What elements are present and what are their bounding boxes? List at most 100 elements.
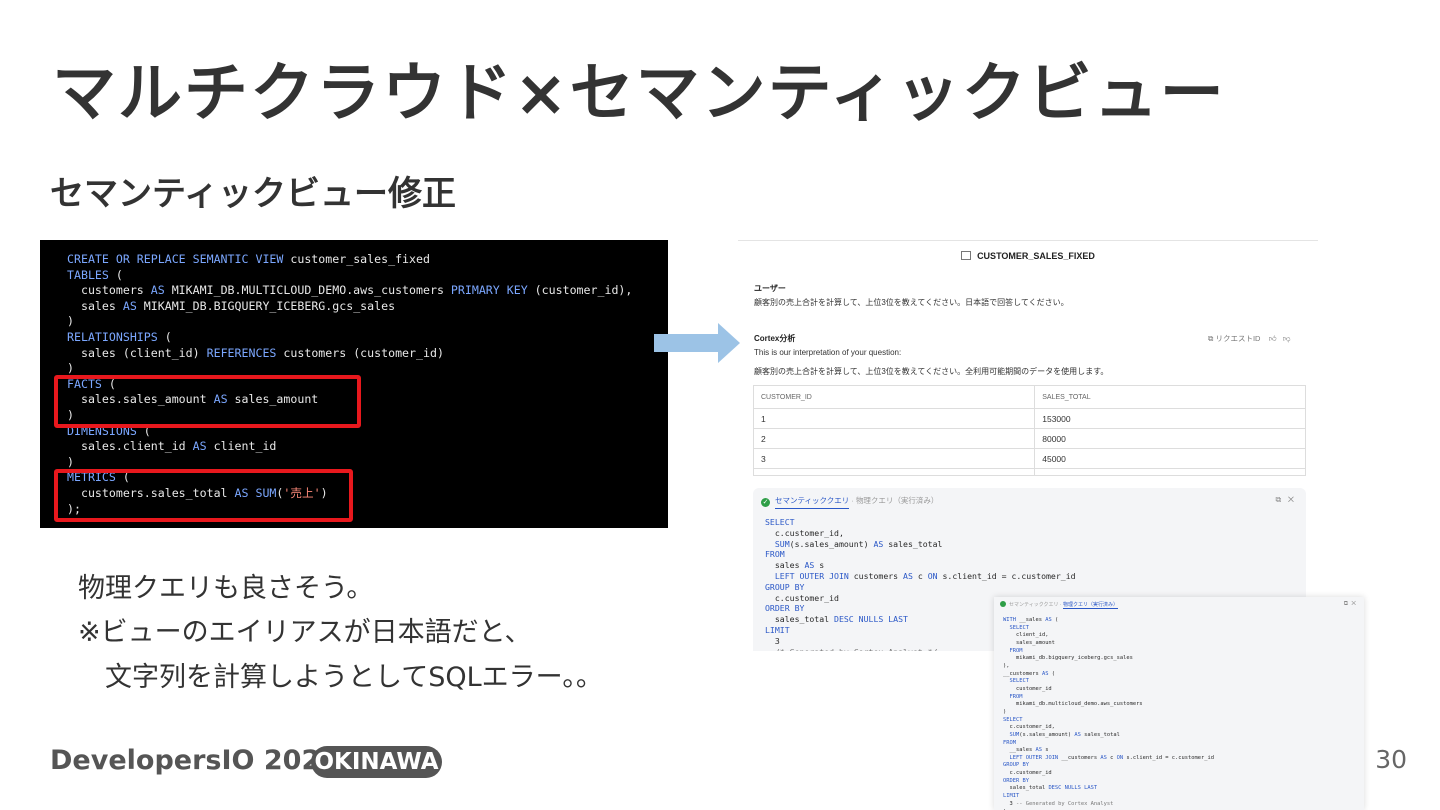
code-line: 3 -- Generated by Cortex Analyst (1003, 800, 1114, 807)
copy-icon[interactable]: ⧉ (1208, 334, 1213, 343)
tab-physical-query[interactable]: 物理クエリ（実行済み） (856, 496, 939, 505)
column-header[interactable]: CUSTOMER_ID (752, 385, 1036, 409)
code-line: FROM (1003, 739, 1016, 746)
code-line: SELECT (1009, 624, 1029, 631)
request-id-button[interactable]: リクエストID (1215, 334, 1260, 343)
sql-tabs: ✓ セマンティッククエリ · 物理クエリ（実行済み） (761, 495, 939, 509)
code-line: FROM (1009, 647, 1023, 654)
table-cell: 80000 (1034, 428, 1306, 449)
code-line: SUM(s.sales_amount) AS sales_total (1009, 731, 1120, 738)
slide-title: マルチクラウド×セマンティックビュー (52, 57, 1226, 131)
code-line: __sales AS s (1003, 747, 1049, 754)
code-line: sales AS s (765, 560, 825, 571)
thumbs-up-icon[interactable]: 👍︎ (1269, 334, 1277, 343)
note-line: 物理クエリも良さそう。 (78, 573, 374, 604)
slide-subtitle: セマンティックビュー修正 (50, 174, 456, 214)
physical-sql-code: WITH __sales AS ( SELECT client_id, sale… (1003, 617, 1214, 810)
code-line: ORDER BY (765, 603, 805, 614)
check-circle-icon: ✓ (761, 498, 770, 507)
code-line: ) (67, 454, 74, 469)
table-cell (752, 468, 1036, 476)
table-header-row: CUSTOMER_ID SALES_TOTAL (752, 385, 1306, 409)
code-line: customer_id (1003, 685, 1052, 692)
tab-semantic-query[interactable]: セマンティッククエリ (775, 496, 850, 509)
code-line: TABLES ( (67, 267, 123, 282)
table-cell: 3 (752, 448, 1036, 469)
code-line: c.customer_id (1003, 770, 1052, 777)
code-line: ) (1003, 708, 1007, 715)
page-number: 30 (1375, 745, 1407, 774)
code-line: WITH __sales AS ( (1003, 617, 1059, 623)
facts-highlight-box (54, 375, 361, 428)
code-line: LEFT OUTER JOIN customers AS c ON s.clie… (774, 570, 1076, 581)
document-icon (961, 251, 972, 260)
physical-query-screenshot: セマンティッククエリ · 物理クエリ（実行済み） ⧉ ✕ WITH __sale… (994, 597, 1364, 810)
code-line: LIMIT (1003, 793, 1020, 800)
copy-icon[interactable]: ⧉ (1344, 601, 1348, 607)
code-line: GROUP BY (1003, 762, 1029, 769)
view-header: CUSTOMER_SALES_FIXED (738, 251, 1318, 261)
tab-physical-query[interactable]: 物理クエリ（実行済み） (1062, 602, 1118, 609)
code-line: sales.client_id AS client_id (67, 439, 277, 454)
table-cell: 153000 (1034, 408, 1306, 429)
table-cell: 45000 (1034, 448, 1306, 469)
sql-panel-actions: ⧉ ✕ (1276, 495, 1295, 505)
table-row: 3 45000 (752, 448, 1306, 469)
code-line: sales_amount (1003, 639, 1055, 646)
code-line: c.customer_id, (1003, 724, 1055, 731)
physical-panel-actions: ⧉ ✕ (1344, 601, 1356, 608)
result-table: CUSTOMER_ID SALES_TOTAL 1 153000 2 80000… (752, 385, 1306, 476)
code-line: c.customer_id (765, 592, 839, 603)
code-line: ) (67, 361, 74, 376)
column-header[interactable]: SALES_TOTAL (1034, 385, 1306, 409)
footer-badge: OKINAWA (311, 746, 442, 778)
interpretation-text: 顧客別の売上合計を計算して、上位3位を教えてください。全利用可能期間のデータを使… (754, 367, 1109, 376)
tab-semantic-query[interactable]: セマンティッククエリ (1009, 602, 1059, 608)
code-line: LIMIT (765, 624, 790, 635)
code-line: FROM (765, 549, 785, 560)
code-line: /* Generated by Cortex Analyst */ (765, 647, 938, 651)
interpretation-intro: This is our interpretation of your quest… (754, 348, 902, 357)
code-line: SELECT (1009, 678, 1029, 685)
note-line: 文字列を計算しようとしてSQLエラー。。 (78, 662, 603, 693)
code-line: LEFT OUTER JOIN __customers AS c ON s.cl… (1009, 754, 1215, 761)
footer-brand-logo: DevelopersIO 2025 (50, 745, 340, 776)
code-line: ), (1003, 662, 1010, 669)
note-line: ※ビューのエイリアスが日本語だと、 (78, 617, 532, 648)
code-line: sales AS MIKAMI_DB.BIGQUERY_ICEBERG.gcs_… (67, 298, 396, 313)
cortex-analyst-result-panel: CUSTOMER_SALES_FIXED ユーザー 顧客別の売上合計を計算して、… (738, 240, 1318, 651)
code-line: 3 (765, 635, 780, 646)
code-line: SELECT (765, 517, 795, 527)
thumbs-down-icon[interactable]: 👎︎ (1283, 334, 1291, 343)
right-arrow-icon (654, 323, 740, 363)
physical-sql-tabs: セマンティッククエリ · 物理クエリ（実行済み） (1000, 601, 1118, 609)
code-line: mikami_db.multicloud_demo.aws_customers (1003, 701, 1143, 708)
code-line: ) (67, 314, 74, 329)
code-line: sales_total DESC NULLS LAST (1003, 785, 1098, 792)
collapse-icon[interactable]: ✕ (1351, 601, 1356, 607)
code-line: ORDER BY (1003, 777, 1029, 784)
copy-icon[interactable]: ⧉ (1276, 495, 1282, 504)
table-row (752, 468, 1306, 476)
metrics-highlight-box (54, 469, 353, 522)
view-name: CUSTOMER_SALES_FIXED (977, 251, 1095, 261)
code-line: RELATIONSHIPS ( (67, 329, 172, 344)
user-label: ユーザー (754, 284, 786, 293)
code-line: sales (client_id) REFERENCES customers (… (67, 345, 444, 360)
request-id-toolbar: ⧉ リクエストID 👍︎ 👎︎ (1208, 333, 1291, 344)
code-line: sales_total DESC NULLS LAST (765, 614, 908, 625)
code-line: GROUP BY (765, 581, 805, 592)
semantic-view-code-panel: CREATE OR REPLACE SEMANTIC VIEW customer… (40, 240, 668, 528)
table-cell: 2 (752, 428, 1036, 449)
cortex-label: Cortex分析 (754, 334, 796, 343)
code-line: SUM(s.sales_amount) AS sales_total (774, 538, 943, 549)
code-line: c.customer_id, (765, 527, 844, 538)
collapse-icon[interactable]: ✕ (1288, 495, 1294, 504)
code-line: SELECT (1003, 716, 1023, 723)
table-cell: 1 (752, 408, 1036, 429)
code-line: FROM (1009, 693, 1023, 700)
code-line: CREATE OR REPLACE SEMANTIC VIEW customer… (67, 252, 430, 266)
code-line: customers AS MIKAMI_DB.MULTICLOUD_DEMO.a… (67, 283, 633, 298)
table-row: 2 80000 (752, 428, 1306, 449)
table-row: 1 153000 (752, 408, 1306, 429)
